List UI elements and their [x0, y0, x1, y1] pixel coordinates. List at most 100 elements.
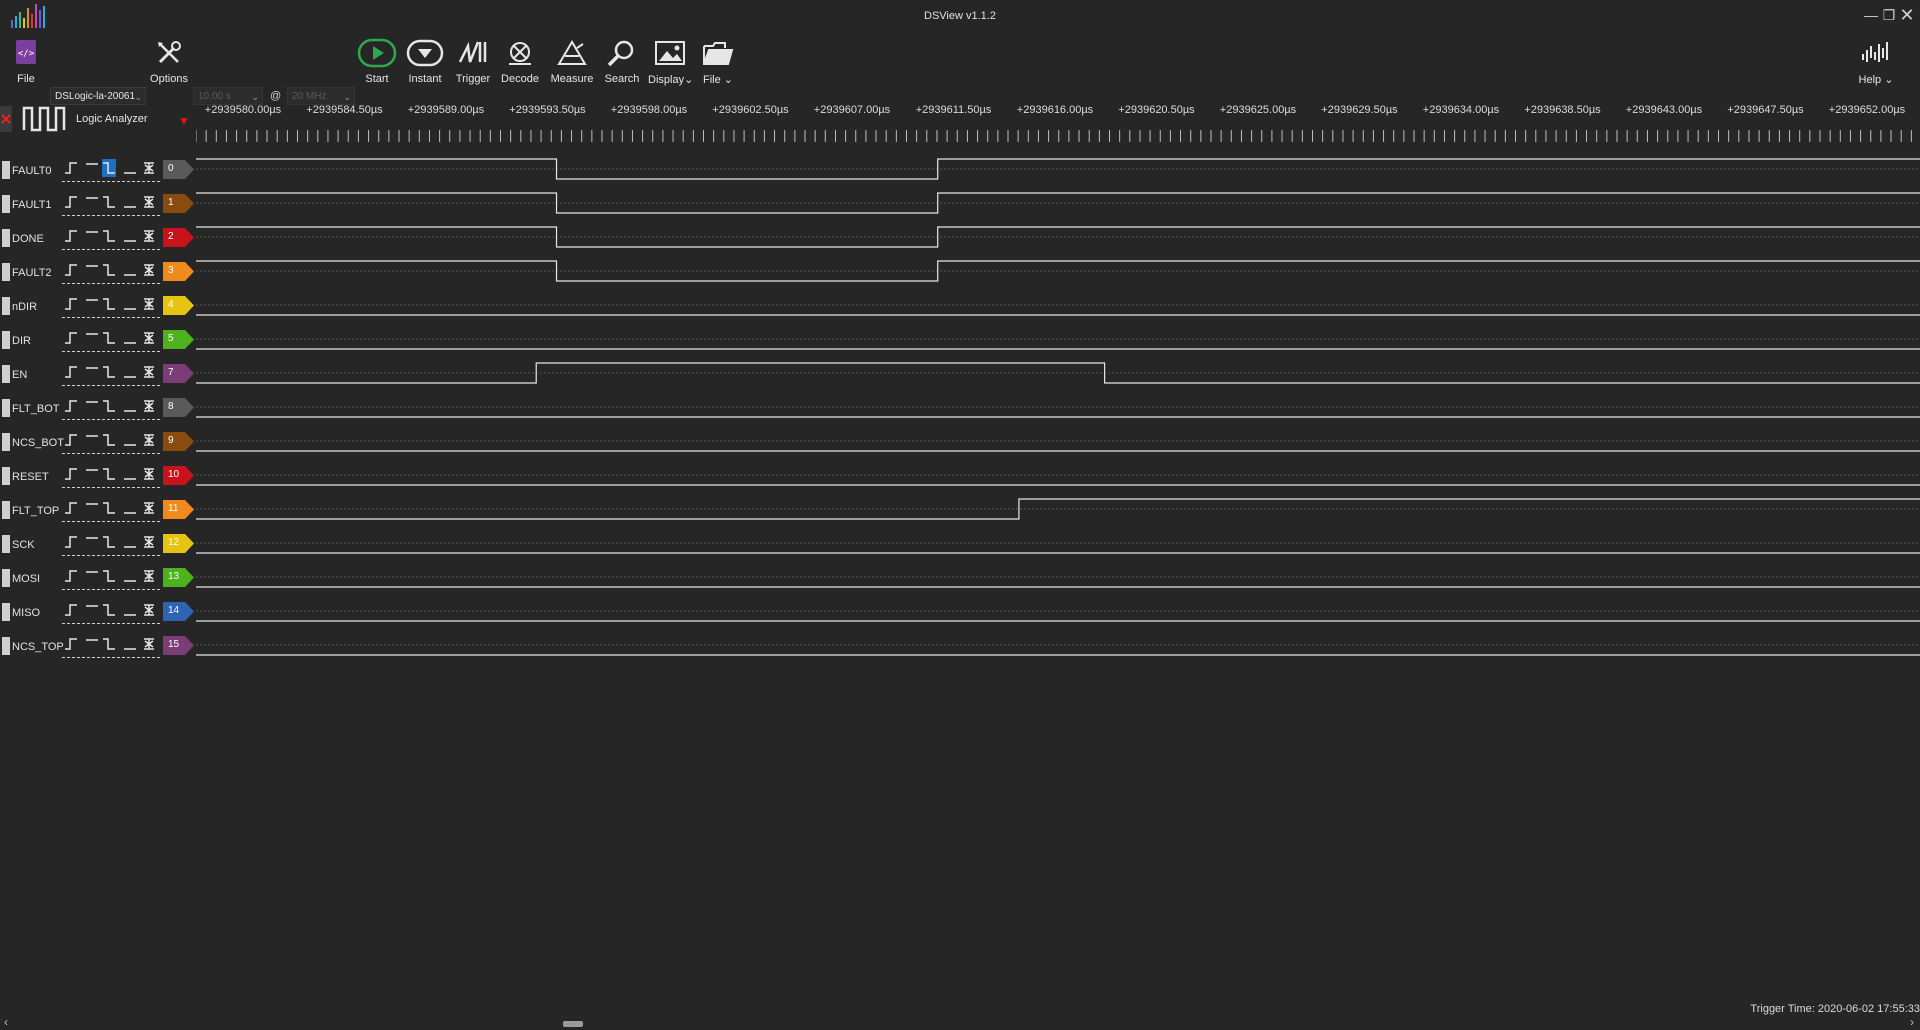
low-level-icon[interactable] — [123, 261, 137, 279]
high-level-icon[interactable] — [85, 193, 99, 211]
channel-name[interactable]: RESET — [12, 471, 49, 483]
start-button[interactable]: Start — [357, 38, 397, 85]
any-edge-icon[interactable] — [142, 397, 156, 415]
measure-button[interactable]: Measure — [549, 38, 595, 85]
high-level-icon[interactable] — [85, 159, 99, 177]
rising-edge-icon[interactable] — [64, 533, 78, 551]
high-level-icon[interactable] — [85, 295, 99, 313]
falling-edge-icon[interactable] — [102, 261, 116, 279]
channel-name[interactable]: nDIR — [12, 301, 37, 313]
any-edge-icon[interactable] — [142, 533, 156, 551]
low-level-icon[interactable] — [123, 533, 137, 551]
channel-drag-handle[interactable] — [2, 229, 10, 247]
any-edge-icon[interactable] — [142, 499, 156, 517]
channel-name[interactable]: NCS_TOP — [12, 641, 64, 653]
falling-edge-icon[interactable] — [102, 499, 116, 517]
rising-edge-icon[interactable] — [64, 261, 78, 279]
channel-waveform[interactable] — [196, 359, 1920, 393]
channel-drag-handle[interactable] — [2, 637, 10, 655]
high-level-icon[interactable] — [85, 363, 99, 381]
rising-edge-icon[interactable] — [64, 193, 78, 211]
channel-index-badge[interactable]: 5 — [163, 330, 194, 349]
low-level-icon[interactable] — [123, 397, 137, 415]
close-icon[interactable]: ✕ — [1898, 6, 1916, 24]
channel-drag-handle[interactable] — [2, 263, 10, 281]
low-level-icon[interactable] — [123, 363, 137, 381]
channel-index-badge[interactable]: 10 — [163, 466, 194, 485]
high-level-icon[interactable] — [85, 567, 99, 585]
high-level-icon[interactable] — [85, 533, 99, 551]
options-button[interactable]: Options — [148, 38, 190, 85]
any-edge-icon[interactable] — [142, 635, 156, 653]
trigger-button[interactable]: Trigger — [453, 38, 493, 85]
falling-edge-icon[interactable] — [102, 329, 116, 347]
channel-drag-handle[interactable] — [2, 195, 10, 213]
channel-waveform[interactable] — [196, 393, 1920, 427]
display-button[interactable]: Display⌄ — [648, 38, 693, 86]
close-device-button[interactable] — [0, 106, 12, 132]
channel-index-badge[interactable]: 4 — [163, 296, 194, 315]
channel-index-badge[interactable]: 11 — [163, 500, 194, 519]
falling-edge-icon[interactable] — [102, 431, 116, 449]
low-level-icon[interactable] — [123, 635, 137, 653]
high-level-icon[interactable] — [85, 227, 99, 245]
channel-name[interactable]: MOSI — [12, 573, 40, 585]
channel-drag-handle[interactable] — [2, 535, 10, 553]
channel-waveform[interactable] — [196, 529, 1920, 563]
rising-edge-icon[interactable] — [64, 329, 78, 347]
channel-name[interactable]: FLT_BOT — [12, 403, 59, 415]
rising-edge-icon[interactable] — [64, 635, 78, 653]
channel-waveform[interactable] — [196, 155, 1920, 189]
channel-waveform[interactable] — [196, 563, 1920, 597]
rising-edge-icon[interactable] — [64, 499, 78, 517]
any-edge-icon[interactable] — [142, 363, 156, 381]
channel-drag-handle[interactable] — [2, 433, 10, 451]
channel-index-badge[interactable]: 15 — [163, 636, 194, 655]
high-level-icon[interactable] — [85, 635, 99, 653]
channel-waveform[interactable] — [196, 257, 1920, 291]
instant-button[interactable]: Instant — [405, 38, 445, 85]
rising-edge-icon[interactable] — [64, 397, 78, 415]
channel-name[interactable]: MISO — [12, 607, 40, 619]
file-menu-button[interactable]: File ⌄ — [700, 38, 736, 86]
low-level-icon[interactable] — [123, 431, 137, 449]
channel-index-badge[interactable]: 12 — [163, 534, 194, 553]
falling-edge-icon[interactable] — [102, 193, 116, 211]
high-level-icon[interactable] — [85, 431, 99, 449]
help-button[interactable]: Help ⌄ — [1856, 38, 1896, 86]
search-button[interactable]: Search — [602, 38, 642, 85]
channel-name[interactable]: FAULT1 — [12, 199, 52, 211]
channel-name[interactable]: FLT_TOP — [12, 505, 59, 517]
file-button[interactable]: </> File — [12, 38, 40, 85]
channel-waveform[interactable] — [196, 427, 1920, 461]
falling-edge-icon[interactable] — [102, 295, 116, 313]
channel-waveform[interactable] — [196, 495, 1920, 529]
low-level-icon[interactable] — [123, 329, 137, 347]
rising-edge-icon[interactable] — [64, 227, 78, 245]
low-level-icon[interactable] — [123, 295, 137, 313]
channel-waveform[interactable] — [196, 189, 1920, 223]
rising-edge-icon[interactable] — [64, 601, 78, 619]
any-edge-icon[interactable] — [142, 601, 156, 619]
channel-drag-handle[interactable] — [2, 365, 10, 383]
high-level-icon[interactable] — [85, 465, 99, 483]
channel-index-badge[interactable]: 0 — [163, 160, 194, 179]
time-ruler[interactable]: +2939580.00µs +2939584.50µs +2939589.00µs +… — [196, 100, 1920, 148]
low-level-icon[interactable] — [123, 499, 137, 517]
channel-name[interactable]: NCS_BOT — [12, 437, 64, 449]
any-edge-icon[interactable] — [142, 567, 156, 585]
any-edge-icon[interactable] — [142, 261, 156, 279]
low-level-icon[interactable] — [123, 227, 137, 245]
falling-edge-icon[interactable] — [102, 227, 116, 245]
channel-waveform[interactable] — [196, 461, 1920, 495]
high-level-icon[interactable] — [85, 499, 99, 517]
scroll-right-icon[interactable]: › — [1910, 1015, 1914, 1029]
any-edge-icon[interactable] — [142, 159, 156, 177]
channel-drag-handle[interactable] — [2, 603, 10, 621]
low-level-icon[interactable] — [123, 465, 137, 483]
channel-drag-handle[interactable] — [2, 331, 10, 349]
rising-edge-icon[interactable] — [64, 159, 78, 177]
channel-waveform[interactable] — [196, 631, 1920, 665]
channel-name[interactable]: FAULT0 — [12, 165, 52, 177]
any-edge-icon[interactable] — [142, 431, 156, 449]
